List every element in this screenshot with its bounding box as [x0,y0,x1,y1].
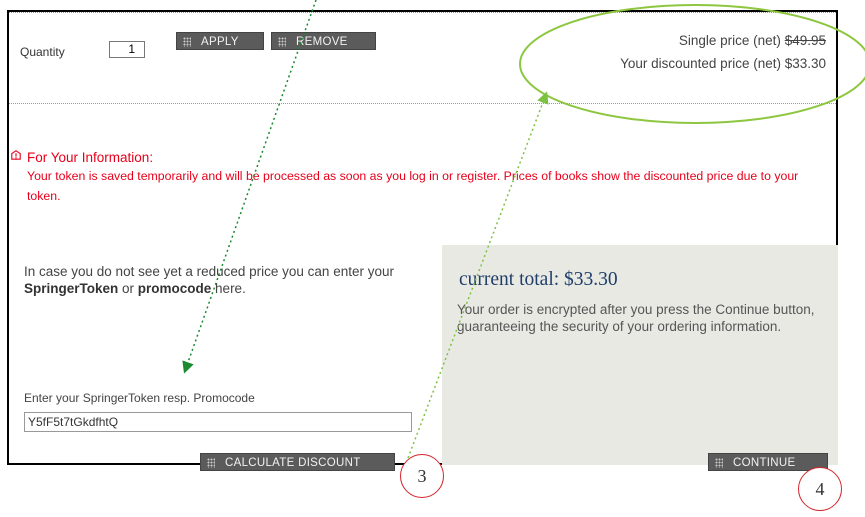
order-summary: current total: $33.30 Your order is encr… [442,245,838,471]
grip-icon [183,37,191,47]
continue-button-label: CONTINUE [733,457,796,469]
token-intro: In case you do not see yet a reduced pri… [24,264,394,296]
discounted-price: Your discounted price (net) $33.30 [620,56,826,71]
info-title: For Your Information: [27,150,154,165]
calculate-discount-label: CALCULATE DISCOUNT [225,457,361,469]
quantity-input[interactable]: 1 [109,41,145,58]
annotation-marker-3: 3 [400,454,444,498]
single-price-value: $49.95 [784,33,826,48]
single-price: Single price (net) $49.95 [679,33,826,48]
warning-icon [11,150,21,160]
token-field-label: Enter your SpringerToken resp. Promocode [24,391,255,405]
cart-panel: Quantity 1 APPLY REMOVE Single price (ne… [7,10,838,471]
remove-button-label: REMOVE [296,36,348,48]
middle-divider [9,103,836,104]
token-input[interactable]: Y5fF5t7tGkdfhtQ [24,412,412,432]
grip-icon [207,458,215,468]
top-divider [9,12,836,13]
quantity-label: Quantity [20,45,65,59]
calculate-discount-button[interactable]: CALCULATE DISCOUNT [200,453,395,471]
grip-icon [278,37,286,47]
grip-icon [715,458,723,468]
apply-button-label: APPLY [201,36,239,48]
current-total: current total: $33.30 [459,269,618,290]
apply-button[interactable]: APPLY [176,32,264,50]
annotation-marker-4: 4 [798,467,842,511]
single-price-label: Single price (net) [678,33,781,48]
info-text: Your token is saved temporarily and will… [27,169,799,203]
remove-button[interactable]: REMOVE [271,32,376,50]
order-security-text: Your order is encrypted after you press … [457,302,815,334]
